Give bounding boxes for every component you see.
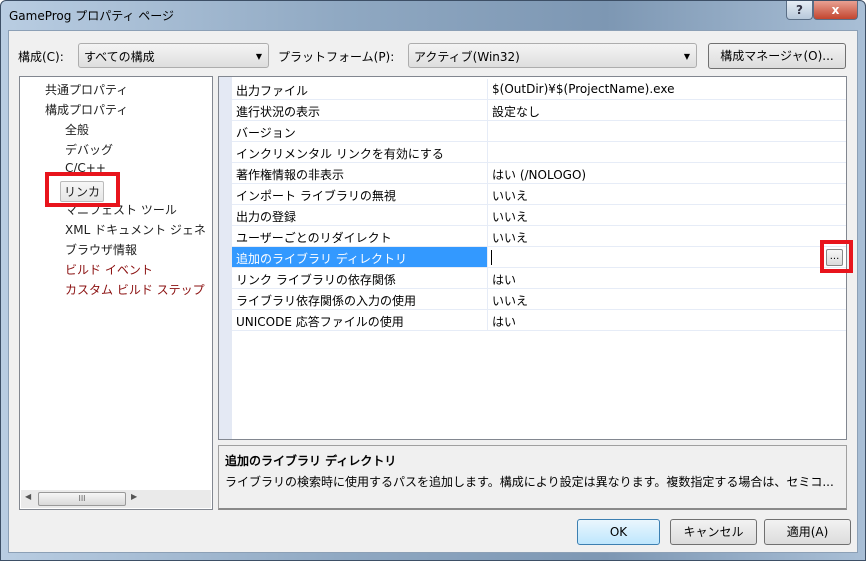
horizontal-scrollbar[interactable]: ◀ III ▶ [21, 490, 211, 508]
property-name: 出力の登録 [232, 205, 488, 225]
close-button[interactable]: x [813, 1, 858, 20]
tree-item[interactable]: ビルド イベント [65, 261, 153, 278]
platform-label: プラットフォーム(P): [278, 50, 395, 64]
scroll-thumb[interactable]: III [38, 492, 126, 506]
property-value[interactable]: いいえ [489, 289, 531, 309]
property-row[interactable]: 進行状況の表示 設定なし [232, 100, 846, 121]
description-text: ライブラリの検索時に使用するパスを追加します。構成により設定は異なります。複数指… [225, 475, 834, 489]
property-value[interactable]: $(OutDir)¥$(ProjectName).exe [489, 79, 677, 99]
cancel-button[interactable]: キャンセル [670, 519, 757, 545]
property-row[interactable]: 出力ファイル $(OutDir)¥$(ProjectName).exe [232, 79, 846, 100]
property-name: 出力ファイル [232, 79, 488, 99]
platform-dropdown[interactable]: アクティブ(Win32) ▼ [408, 43, 697, 68]
help-button[interactable]: ? [786, 1, 813, 20]
config-label: 構成(C): [18, 50, 64, 64]
tree-item[interactable]: 全般 [65, 121, 89, 138]
property-value[interactable] [489, 121, 495, 141]
property-value[interactable]: はい [489, 310, 519, 330]
property-value[interactable]: いいえ [489, 184, 531, 204]
property-name: ライブラリ依存関係の入力の使用 [232, 289, 488, 309]
property-value[interactable] [489, 142, 495, 162]
chevron-down-icon: ▼ [683, 52, 690, 61]
property-row[interactable]: 著作権情報の非表示 はい (/NOLOGO) [232, 163, 846, 184]
property-name: ユーザーごとのリダイレクト [232, 226, 488, 246]
grid-gutter [219, 77, 232, 439]
platform-value: アクティブ(Win32) [414, 50, 520, 64]
config-dropdown[interactable]: すべての構成 ▼ [78, 43, 269, 68]
property-row[interactable]: リンク ライブラリの依存関係 はい [232, 268, 846, 289]
highlight-box-linker [45, 172, 120, 207]
apply-button[interactable]: 適用(A) [764, 519, 851, 545]
window-title: GameProg プロパティ ページ [9, 9, 175, 23]
property-row[interactable]: UNICODE 応答ファイルの使用 はい [232, 310, 846, 331]
property-value[interactable]: いいえ [489, 226, 531, 246]
text-cursor [491, 250, 492, 265]
property-name: リンク ライブラリの依存関係 [232, 268, 488, 288]
property-row[interactable]: 追加のライブラリ ディレクトリ... [232, 247, 846, 268]
property-row[interactable]: ライブラリ依存関係の入力の使用 いいえ [232, 289, 846, 310]
property-grid: 出力ファイル $(OutDir)¥$(ProjectName).exe 進行状況の表… [218, 76, 847, 440]
property-name: 進行状況の表示 [232, 100, 488, 120]
category-tree: ◀ III ▶ 共通プロパティ 構成プロパティ 全般 デバッグ C/C++ リンカ マニフェ… [19, 76, 213, 510]
property-row[interactable]: ユーザーごとのリダイレクト いいえ [232, 226, 846, 247]
tree-item[interactable]: カスタム ビルド ステップ [65, 281, 205, 298]
tree-item[interactable]: デバッグ [65, 141, 113, 158]
property-name: 著作権情報の非表示 [232, 163, 488, 183]
property-value[interactable]: いいえ [489, 205, 531, 225]
property-name: バージョン [232, 121, 488, 141]
property-name: インポート ライブラリの無視 [232, 184, 488, 204]
highlight-box-browse [820, 240, 853, 273]
property-row[interactable]: インクリメンタル リンクを有効にする [232, 142, 846, 163]
tree-item[interactable]: XML ドキュメント ジェネ [65, 221, 206, 238]
chevron-down-icon: ▼ [255, 52, 262, 61]
property-name: インクリメンタル リンクを有効にする [232, 142, 488, 162]
ok-button[interactable]: OK [577, 519, 660, 545]
property-row[interactable]: バージョン [232, 121, 846, 142]
property-name: 追加のライブラリ ディレクトリ [232, 247, 488, 267]
description-pane: 追加のライブラリ ディレクトリ ライブラリの検索時に使用するパスを追加します。構… [218, 445, 847, 510]
tree-item[interactable]: ブラウザ情報 [65, 241, 137, 258]
tree-item[interactable]: 構成プロパティ [45, 101, 128, 118]
description-title: 追加のライブラリ ディレクトリ [225, 454, 397, 468]
property-row[interactable]: インポート ライブラリの無視 いいえ [232, 184, 846, 205]
config-value: すべての構成 [84, 50, 155, 64]
config-manager-button[interactable]: 構成マネージャ(O)... [708, 43, 846, 69]
scroll-right-icon[interactable]: ▶ [131, 492, 137, 501]
property-value[interactable]: 設定なし [489, 100, 543, 120]
tree-item[interactable]: 共通プロパティ [45, 81, 128, 98]
property-value[interactable]: はい (/NOLOGO) [489, 163, 589, 183]
scroll-left-icon[interactable]: ◀ [25, 492, 31, 501]
property-row[interactable]: 出力の登録 いいえ [232, 205, 846, 226]
property-name: UNICODE 応答ファイルの使用 [232, 310, 488, 330]
property-value[interactable] [489, 247, 495, 267]
property-value[interactable]: はい [489, 268, 519, 288]
